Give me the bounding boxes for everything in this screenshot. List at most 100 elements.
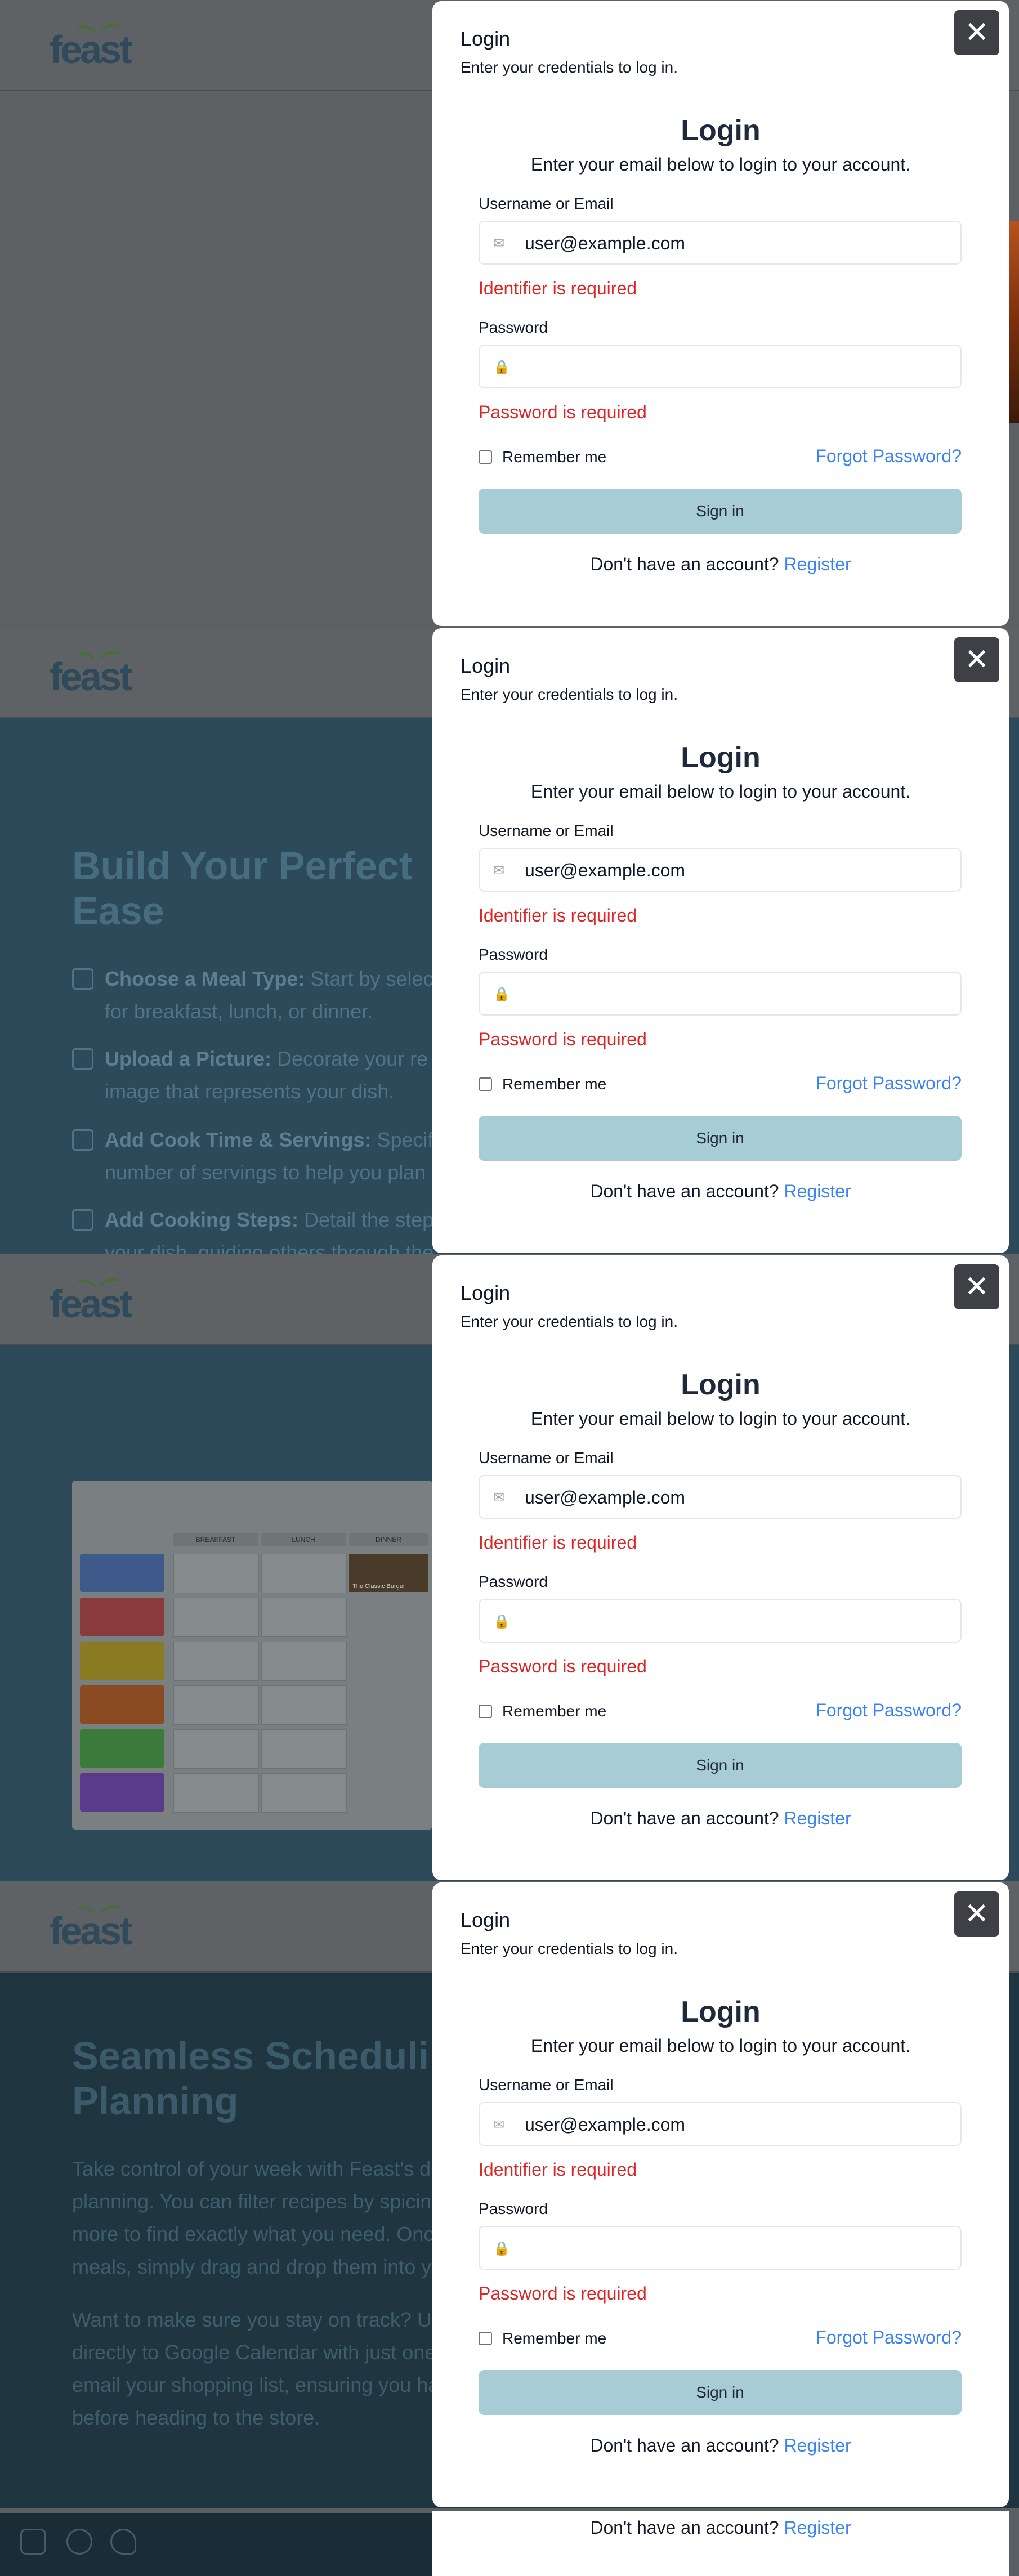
sign-in-button[interactable]: Sign in: [479, 1116, 962, 1161]
modal-tail: Don't have an account? Register: [432, 2511, 1009, 2576]
register-prompt: Don't have an account? Register: [590, 1181, 851, 1201]
register-link[interactable]: Register: [784, 1181, 851, 1201]
lock-icon: 🔒: [493, 987, 510, 1002]
day-card: [80, 1598, 164, 1636]
mail-icon: ✉: [493, 1490, 505, 1505]
remember-checkbox[interactable]: [479, 1705, 492, 1718]
facebook-icon[interactable]: [66, 2529, 92, 2555]
lock-icon: 🔒: [493, 2241, 510, 2256]
password-input[interactable]: 🔒: [479, 1599, 962, 1643]
username-value: user@example.com: [525, 860, 686, 880]
username-error: Identifier is required: [479, 278, 637, 298]
planner-screenshot: BREAKFAST LUNCH DINNER The Classic Burge…: [72, 1481, 432, 1830]
register-link[interactable]: Register: [784, 2517, 851, 2538]
scheduling-paragraph: Take control of your week with Feast's d…: [72, 2157, 434, 2278]
planner-cell: [173, 1773, 259, 1813]
password-label: Password: [479, 1573, 548, 1590]
username-input[interactable]: ✉ user@example.com: [479, 848, 962, 892]
day-card: [80, 1773, 164, 1812]
register-prompt: Don't have an account? Register: [590, 2435, 851, 2456]
login-modal: Login Enter your credentials to log in. …: [432, 628, 1009, 1253]
username-label: Username or Email: [479, 195, 614, 212]
day-card: [80, 1642, 164, 1680]
feast-logo[interactable]: feast: [50, 647, 145, 699]
register-prompt: Don't have an account? Register: [590, 1808, 851, 1828]
planner-cell: [261, 1642, 347, 1681]
modal-subtitle: Enter your credentials to log in.: [461, 1940, 678, 1957]
svg-text:feast: feast: [50, 1282, 132, 1322]
forgot-password-link[interactable]: Forgot Password?: [815, 2327, 962, 2348]
login-modal: Login Enter your credentials to log in. …: [432, 1882, 1009, 2507]
planner-cell: [261, 1598, 347, 1637]
svg-text:feast: feast: [50, 655, 132, 695]
sign-in-button[interactable]: Sign in: [479, 489, 962, 534]
register-prompt: Don't have an account? Register: [590, 554, 851, 574]
password-error: Password is required: [479, 402, 647, 422]
username-input[interactable]: ✉ user@example.com: [479, 2102, 962, 2146]
password-label: Password: [479, 2200, 548, 2217]
username-value: user@example.com: [525, 1487, 686, 1508]
password-input[interactable]: 🔒: [479, 972, 962, 1016]
instagram-icon[interactable]: [20, 2529, 46, 2555]
scheduling-heading: Seamless Scheduli Planning: [72, 2034, 430, 2123]
username-value: user@example.com: [525, 233, 686, 253]
feast-logo[interactable]: feast: [50, 20, 145, 71]
password-label: Password: [479, 946, 548, 963]
modal-title: Login: [461, 654, 511, 677]
remember-label[interactable]: Remember me: [502, 1075, 606, 1093]
close-icon[interactable]: ✕: [954, 637, 999, 682]
login-modal: Login Enter your credentials to log in. …: [432, 1255, 1009, 1880]
feast-logo[interactable]: feast: [50, 1274, 145, 1326]
username-error: Identifier is required: [479, 1532, 637, 1553]
password-label: Password: [479, 319, 548, 336]
scheduling-paragraph: Want to make sure you stay on track? Udi…: [72, 2308, 440, 2429]
remember-label[interactable]: Remember me: [502, 1702, 606, 1720]
remember-label[interactable]: Remember me: [502, 2329, 606, 2347]
password-error: Password is required: [479, 2283, 647, 2304]
remember-checkbox[interactable]: [479, 450, 492, 464]
planner-column-header: LUNCH: [261, 1533, 346, 1546]
sign-in-button[interactable]: Sign in: [479, 1743, 962, 1788]
feast-logo[interactable]: feast: [50, 1902, 145, 1953]
remember-checkbox[interactable]: [479, 2332, 492, 2345]
features-heading: Build Your Perfect Ease: [72, 844, 413, 933]
modal-title: Login: [461, 1281, 511, 1304]
password-input[interactable]: 🔒: [479, 2226, 962, 2270]
modal-title: Login: [461, 1908, 511, 1931]
meal-card: The Classic Burger: [349, 1554, 428, 1592]
planner-cell: [173, 1642, 259, 1681]
username-value: user@example.com: [525, 2114, 686, 2135]
planner-cell: [173, 1554, 259, 1593]
remember-label[interactable]: Remember me: [502, 448, 606, 466]
day-card: [80, 1729, 164, 1768]
form-subtitle: Enter your email below to login to your …: [530, 2036, 911, 2056]
remember-checkbox[interactable]: [479, 1077, 492, 1091]
username-label: Username or Email: [479, 822, 614, 839]
utensils-icon: [72, 968, 93, 990]
day-card: [80, 1685, 164, 1724]
form-title: Login: [681, 1996, 761, 2028]
form-title: Login: [681, 741, 761, 774]
close-icon[interactable]: ✕: [954, 1891, 999, 1937]
register-link[interactable]: Register: [784, 1808, 851, 1828]
username-input[interactable]: ✉ user@example.com: [479, 221, 962, 265]
forgot-password-link[interactable]: Forgot Password?: [815, 1700, 962, 1721]
planner-cell: [173, 1598, 259, 1637]
close-icon[interactable]: ✕: [954, 1264, 999, 1309]
register-link[interactable]: Register: [784, 2435, 851, 2456]
password-input[interactable]: 🔒: [479, 345, 962, 388]
close-icon[interactable]: ✕: [954, 10, 999, 55]
modal-title: Login: [461, 27, 511, 50]
planner-cell: [261, 1685, 347, 1725]
register-link[interactable]: Register: [784, 554, 851, 574]
mail-icon: ✉: [493, 236, 505, 251]
forgot-password-link[interactable]: Forgot Password?: [815, 446, 962, 467]
sign-in-button[interactable]: Sign in: [479, 2370, 962, 2415]
mail-icon: ✉: [493, 2117, 505, 2132]
modal-subtitle: Enter your credentials to log in.: [461, 686, 678, 703]
forgot-password-link[interactable]: Forgot Password?: [815, 1073, 962, 1094]
username-input[interactable]: ✉ user@example.com: [479, 1475, 962, 1519]
twitter-icon[interactable]: [110, 2529, 136, 2555]
lock-icon: 🔒: [493, 360, 510, 375]
site-footer: [0, 2513, 432, 2576]
